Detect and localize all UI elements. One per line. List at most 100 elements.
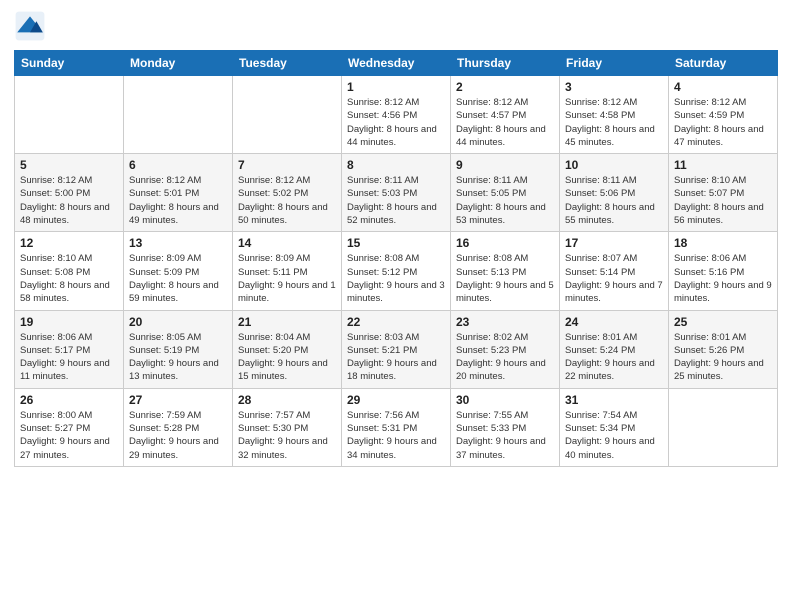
calendar: SundayMondayTuesdayWednesdayThursdayFrid… (14, 50, 778, 467)
day-cell (669, 388, 778, 466)
day-cell: 15 Sunrise: 8:08 AM Sunset: 5:12 PM Dayli… (342, 232, 451, 310)
week-row-1: 1Sunrise: 8:12 AM Sunset: 4:56 PM Daylig… (15, 76, 778, 154)
day-info: Sunrise: 7:54 AM Sunset: 5:34 PM Dayligh… (565, 409, 663, 462)
day-number: 4 (674, 80, 772, 94)
day-number: 12 (20, 236, 118, 250)
day-cell: 13 Sunrise: 8:09 AM Sunset: 5:09 PM Dayli… (124, 232, 233, 310)
day-cell: 30 Sunrise: 7:55 AM Sunset: 5:33 PM Dayli… (451, 388, 560, 466)
page-container: SundayMondayTuesdayWednesdayThursdayFrid… (0, 0, 792, 477)
day-cell: 10Sunrise: 8:11 AM Sunset: 5:06 PM Dayli… (560, 154, 669, 232)
day-number: 8 (347, 158, 445, 172)
day-number: 27 (129, 393, 227, 407)
day-info: Sunrise: 8:05 AM Sunset: 5:19 PM Dayligh… (129, 331, 227, 384)
day-info: Sunrise: 8:09 AM Sunset: 5:11 PM Dayligh… (238, 252, 336, 305)
week-row-5: 26 Sunrise: 8:00 AM Sunset: 5:27 PM Dayli… (15, 388, 778, 466)
day-info: Sunrise: 8:04 AM Sunset: 5:20 PM Dayligh… (238, 331, 336, 384)
day-info: Sunrise: 8:01 AM Sunset: 5:24 PM Dayligh… (565, 331, 663, 384)
day-info: Sunrise: 8:06 AM Sunset: 5:16 PM Dayligh… (674, 252, 772, 305)
day-cell: 9Sunrise: 8:11 AM Sunset: 5:05 PM Daylig… (451, 154, 560, 232)
day-cell: 8 Sunrise: 8:11 AM Sunset: 5:03 PM Daylig… (342, 154, 451, 232)
day-cell: 29 Sunrise: 7:56 AM Sunset: 5:31 PM Dayli… (342, 388, 451, 466)
day-cell: 11 Sunrise: 8:10 AM Sunset: 5:07 PM Dayli… (669, 154, 778, 232)
day-number: 29 (347, 393, 445, 407)
day-info: Sunrise: 8:10 AM Sunset: 5:07 PM Dayligh… (674, 174, 772, 227)
day-info: Sunrise: 8:12 AM Sunset: 5:02 PM Dayligh… (238, 174, 336, 227)
day-number: 28 (238, 393, 336, 407)
day-cell: 22 Sunrise: 8:03 AM Sunset: 5:21 PM Dayli… (342, 310, 451, 388)
day-cell: 14 Sunrise: 8:09 AM Sunset: 5:11 PM Dayli… (233, 232, 342, 310)
day-cell: 1Sunrise: 8:12 AM Sunset: 4:56 PM Daylig… (342, 76, 451, 154)
day-cell: 6 Sunrise: 8:12 AM Sunset: 5:01 PM Daylig… (124, 154, 233, 232)
day-number: 11 (674, 158, 772, 172)
day-info: Sunrise: 8:12 AM Sunset: 4:57 PM Dayligh… (456, 96, 554, 149)
day-cell: 4 Sunrise: 8:12 AM Sunset: 4:59 PM Daylig… (669, 76, 778, 154)
day-number: 20 (129, 315, 227, 329)
day-number: 5 (20, 158, 118, 172)
day-number: 26 (20, 393, 118, 407)
day-number: 18 (674, 236, 772, 250)
logo-icon (14, 10, 46, 42)
week-row-3: 12Sunrise: 8:10 AM Sunset: 5:08 PM Dayli… (15, 232, 778, 310)
day-info: Sunrise: 8:11 AM Sunset: 5:05 PM Dayligh… (456, 174, 554, 227)
day-info: Sunrise: 8:03 AM Sunset: 5:21 PM Dayligh… (347, 331, 445, 384)
day-info: Sunrise: 7:55 AM Sunset: 5:33 PM Dayligh… (456, 409, 554, 462)
day-info: Sunrise: 7:59 AM Sunset: 5:28 PM Dayligh… (129, 409, 227, 462)
day-cell (233, 76, 342, 154)
day-number: 16 (456, 236, 554, 250)
weekday-header-saturday: Saturday (669, 51, 778, 76)
logo (14, 10, 50, 42)
day-info: Sunrise: 8:12 AM Sunset: 4:58 PM Dayligh… (565, 96, 663, 149)
day-info: Sunrise: 8:12 AM Sunset: 5:01 PM Dayligh… (129, 174, 227, 227)
day-cell: 5Sunrise: 8:12 AM Sunset: 5:00 PM Daylig… (15, 154, 124, 232)
weekday-header-sunday: Sunday (15, 51, 124, 76)
day-cell: 31Sunrise: 7:54 AM Sunset: 5:34 PM Dayli… (560, 388, 669, 466)
day-cell: 19Sunrise: 8:06 AM Sunset: 5:17 PM Dayli… (15, 310, 124, 388)
weekday-header-thursday: Thursday (451, 51, 560, 76)
day-number: 2 (456, 80, 554, 94)
day-number: 13 (129, 236, 227, 250)
day-info: Sunrise: 8:09 AM Sunset: 5:09 PM Dayligh… (129, 252, 227, 305)
day-cell: 16 Sunrise: 8:08 AM Sunset: 5:13 PM Dayli… (451, 232, 560, 310)
day-info: Sunrise: 7:57 AM Sunset: 5:30 PM Dayligh… (238, 409, 336, 462)
day-cell: 3Sunrise: 8:12 AM Sunset: 4:58 PM Daylig… (560, 76, 669, 154)
day-cell: 18 Sunrise: 8:06 AM Sunset: 5:16 PM Dayli… (669, 232, 778, 310)
day-info: Sunrise: 8:00 AM Sunset: 5:27 PM Dayligh… (20, 409, 118, 462)
weekday-header-monday: Monday (124, 51, 233, 76)
day-info: Sunrise: 7:56 AM Sunset: 5:31 PM Dayligh… (347, 409, 445, 462)
day-number: 22 (347, 315, 445, 329)
day-info: Sunrise: 8:11 AM Sunset: 5:06 PM Dayligh… (565, 174, 663, 227)
day-info: Sunrise: 8:12 AM Sunset: 4:59 PM Dayligh… (674, 96, 772, 149)
day-number: 25 (674, 315, 772, 329)
day-cell (15, 76, 124, 154)
weekday-header-row: SundayMondayTuesdayWednesdayThursdayFrid… (15, 51, 778, 76)
day-cell: 12Sunrise: 8:10 AM Sunset: 5:08 PM Dayli… (15, 232, 124, 310)
day-cell: 20 Sunrise: 8:05 AM Sunset: 5:19 PM Dayli… (124, 310, 233, 388)
day-number: 21 (238, 315, 336, 329)
day-cell (124, 76, 233, 154)
day-number: 24 (565, 315, 663, 329)
day-number: 1 (347, 80, 445, 94)
day-info: Sunrise: 8:08 AM Sunset: 5:13 PM Dayligh… (456, 252, 554, 305)
day-info: Sunrise: 8:07 AM Sunset: 5:14 PM Dayligh… (565, 252, 663, 305)
day-number: 17 (565, 236, 663, 250)
day-cell: 23 Sunrise: 8:02 AM Sunset: 5:23 PM Dayli… (451, 310, 560, 388)
weekday-header-friday: Friday (560, 51, 669, 76)
day-info: Sunrise: 8:08 AM Sunset: 5:12 PM Dayligh… (347, 252, 445, 305)
day-cell: 21 Sunrise: 8:04 AM Sunset: 5:20 PM Dayli… (233, 310, 342, 388)
day-number: 7 (238, 158, 336, 172)
day-number: 30 (456, 393, 554, 407)
day-cell: 17 Sunrise: 8:07 AM Sunset: 5:14 PM Dayli… (560, 232, 669, 310)
day-cell: 25 Sunrise: 8:01 AM Sunset: 5:26 PM Dayli… (669, 310, 778, 388)
day-info: Sunrise: 8:11 AM Sunset: 5:03 PM Dayligh… (347, 174, 445, 227)
weekday-header-wednesday: Wednesday (342, 51, 451, 76)
day-number: 6 (129, 158, 227, 172)
day-cell: 27 Sunrise: 7:59 AM Sunset: 5:28 PM Dayli… (124, 388, 233, 466)
day-info: Sunrise: 8:02 AM Sunset: 5:23 PM Dayligh… (456, 331, 554, 384)
day-cell: 24 Sunrise: 8:01 AM Sunset: 5:24 PM Dayli… (560, 310, 669, 388)
day-cell: 7 Sunrise: 8:12 AM Sunset: 5:02 PM Daylig… (233, 154, 342, 232)
day-number: 14 (238, 236, 336, 250)
day-number: 15 (347, 236, 445, 250)
day-number: 23 (456, 315, 554, 329)
week-row-2: 5Sunrise: 8:12 AM Sunset: 5:00 PM Daylig… (15, 154, 778, 232)
day-info: Sunrise: 8:01 AM Sunset: 5:26 PM Dayligh… (674, 331, 772, 384)
